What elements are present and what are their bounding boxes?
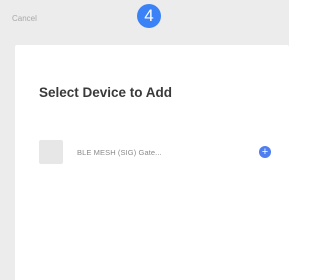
cancel-button[interactable]: Cancel — [12, 14, 37, 23]
device-thumbnail — [39, 140, 63, 164]
device-list-item[interactable]: BLE MESH (SIG) Gate... + — [39, 140, 279, 166]
plus-icon[interactable]: + — [259, 146, 271, 158]
device-name: BLE MESH (SIG) Gate... — [77, 148, 162, 157]
app-screen: Cancel 4 Select Device to Add BLE MESH (… — [0, 0, 289, 280]
sheet-title: Select Device to Add — [39, 85, 173, 100]
step-number-badge: 4 — [137, 4, 161, 28]
select-device-sheet: Select Device to Add BLE MESH (SIG) Gate… — [15, 45, 289, 280]
